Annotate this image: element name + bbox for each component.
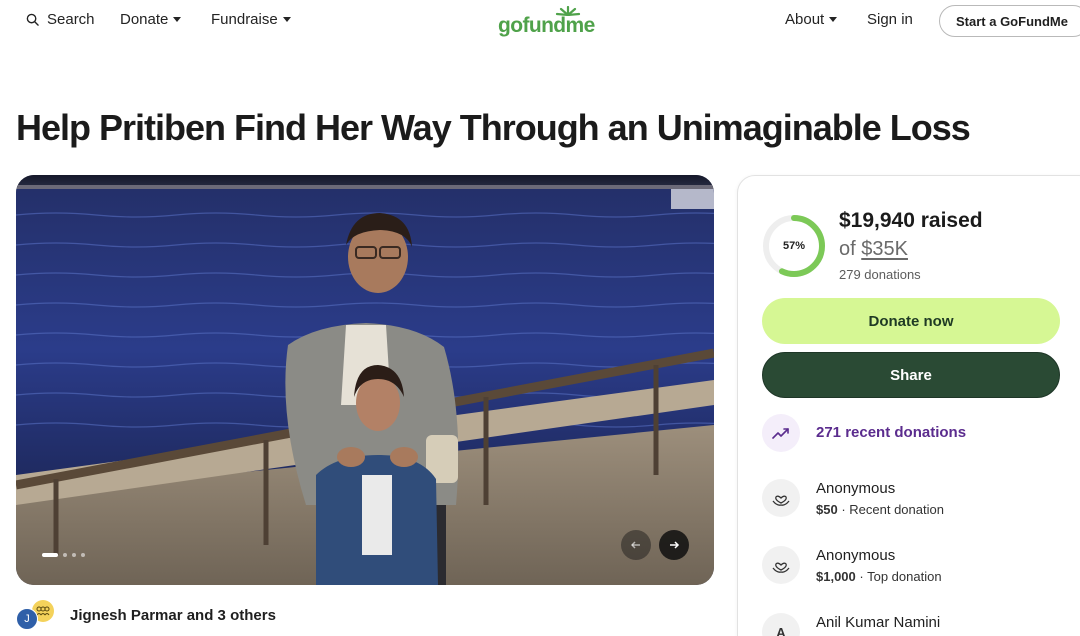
top-navigation: Search Donate Fundraise gofundme About S… xyxy=(0,0,1080,42)
arrow-left-icon xyxy=(630,541,640,549)
goal-value[interactable]: $35K xyxy=(861,238,908,260)
fundraise-menu-label: Fundraise xyxy=(211,11,278,28)
heart-hand-icon xyxy=(762,479,800,517)
goal-amount: of $35K xyxy=(839,238,908,261)
gofundme-logo[interactable]: gofundme xyxy=(498,6,602,38)
people-icon xyxy=(36,606,50,616)
signin-label: Sign in xyxy=(867,11,913,28)
search-label: Search xyxy=(47,11,95,28)
donation-count: 279 donations xyxy=(839,267,921,282)
donation-item: Anonymous $1,000 · Top donation xyxy=(762,546,1080,586)
arrow-right-icon xyxy=(670,541,680,549)
donate-now-button[interactable]: Donate now xyxy=(762,298,1060,344)
donation-item: A Anil Kumar Namini xyxy=(762,613,1080,636)
search-icon xyxy=(26,13,39,26)
donation-type: Top donation xyxy=(867,569,942,584)
progress-percent: 57% xyxy=(782,240,806,252)
start-gofundme-button[interactable]: Start a GoFundMe xyxy=(939,5,1080,37)
donor-name: Anonymous xyxy=(816,547,896,564)
organizer-avatar: J xyxy=(16,608,38,630)
donation-amount: $1,000 xyxy=(816,569,856,584)
recent-donations-link[interactable]: 271 recent donations xyxy=(762,414,1080,454)
campaign-title: Help Pritiben Find Her Way Through an Un… xyxy=(16,107,971,148)
recent-donations-label: 271 recent donations xyxy=(816,424,967,441)
trending-up-icon xyxy=(762,414,800,452)
organizer-info[interactable]: J Jignesh Parmar and 3 others xyxy=(16,600,316,632)
carousel-prev-button[interactable] xyxy=(621,530,651,560)
campaign-photo xyxy=(16,175,714,585)
start-gofundme-label: Start a GoFundMe xyxy=(956,13,1068,29)
carousel-dot[interactable] xyxy=(72,553,76,557)
chevron-down-icon xyxy=(829,17,838,22)
about-menu-label: About xyxy=(785,11,825,28)
donation-meta: $50 · Recent donation xyxy=(816,502,944,517)
donor-avatar: A xyxy=(762,613,800,636)
donation-card: 57% $19,940 raised of $35K 279 donations… xyxy=(737,175,1080,636)
donor-initial: A xyxy=(776,624,786,636)
signin-link[interactable]: Sign in xyxy=(867,11,913,28)
chevron-down-icon xyxy=(173,17,182,22)
carousel-next-button[interactable] xyxy=(659,530,689,560)
logo-text: gofundme xyxy=(498,14,595,37)
search-link[interactable]: Search xyxy=(26,11,95,28)
campaign-photo-carousel[interactable] xyxy=(16,175,714,585)
donor-name: Anonymous xyxy=(816,480,896,497)
share-button[interactable]: Share xyxy=(762,352,1060,398)
carousel-indicators xyxy=(42,553,85,557)
chevron-down-icon xyxy=(282,17,291,22)
donation-item: Anonymous $50 · Recent donation xyxy=(762,479,1080,519)
fundraise-menu[interactable]: Fundraise xyxy=(211,11,291,28)
heart-hand-icon xyxy=(762,546,800,584)
amount-raised: $19,940 raised xyxy=(839,209,983,232)
donate-menu-label: Donate xyxy=(120,11,169,28)
donation-amount: $50 xyxy=(816,502,838,517)
donation-type: Recent donation xyxy=(849,502,944,517)
donate-menu[interactable]: Donate xyxy=(120,11,182,28)
organizer-name: Jignesh Parmar and 3 others xyxy=(70,607,276,624)
donor-name: Anil Kumar Namini xyxy=(816,614,941,631)
carousel-dot-active[interactable] xyxy=(42,553,58,557)
carousel-dot[interactable] xyxy=(81,553,85,557)
about-menu[interactable]: About xyxy=(785,11,838,28)
goal-prefix: of xyxy=(839,238,856,260)
donation-meta: $1,000 · Top donation xyxy=(816,569,942,584)
carousel-dot[interactable] xyxy=(63,553,67,557)
